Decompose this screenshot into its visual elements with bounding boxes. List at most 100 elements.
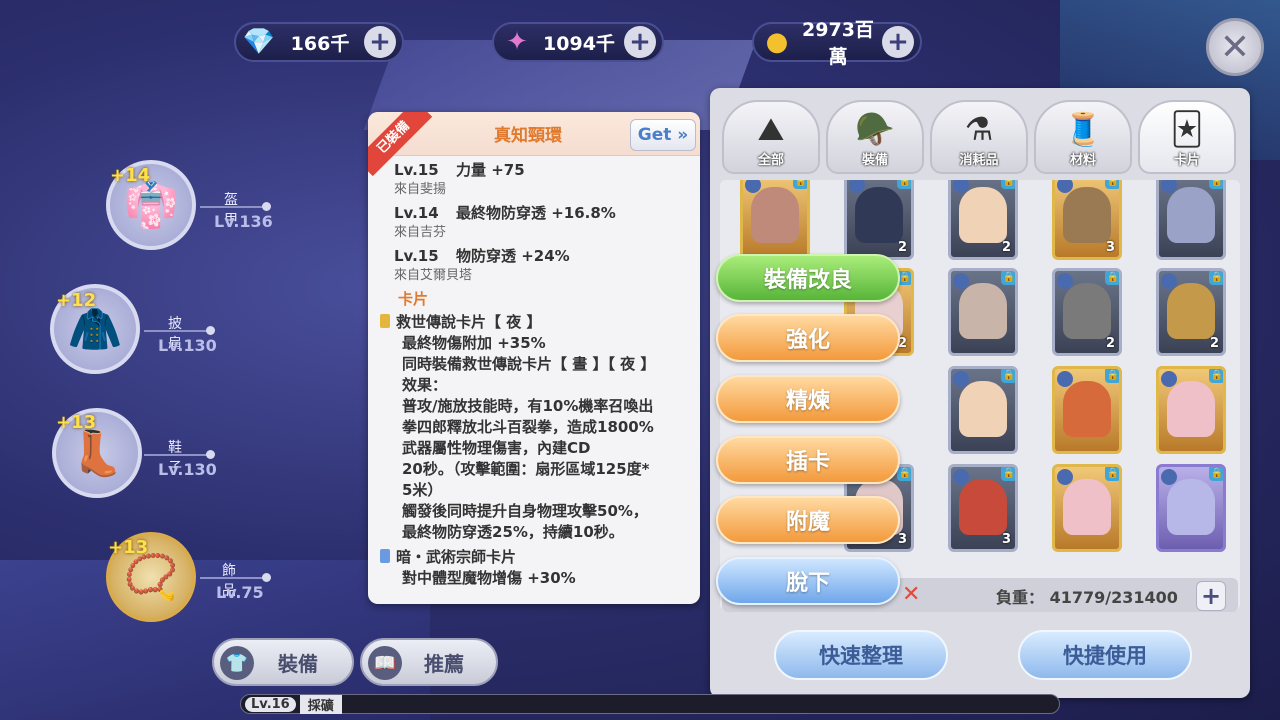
crystal-icon: ✦ xyxy=(506,27,528,57)
insert-card-button[interactable]: 插卡 xyxy=(716,436,900,484)
tab-equipment-view[interactable]: 👕 裝備 xyxy=(212,638,354,686)
card-portrait xyxy=(1167,187,1215,243)
tab-materials[interactable]: 🧵 材料 xyxy=(1034,100,1132,174)
inventory-card[interactable]: 🔒 2 xyxy=(1052,268,1122,356)
card-effect-line: 觸發後同時提升自身物理攻擊50%， xyxy=(402,502,648,520)
add-diamond-button[interactable]: + xyxy=(364,26,396,58)
lock-icon: 🔒 xyxy=(1001,369,1015,383)
stat-value: 力量 +75 xyxy=(456,161,525,179)
card-count: 3 xyxy=(1105,240,1115,255)
inventory-card[interactable]: 🔒 xyxy=(1052,464,1122,552)
card-count: 2 xyxy=(1105,336,1115,351)
card-portrait xyxy=(751,187,799,243)
slot-connector xyxy=(200,206,266,208)
stat-source: 來自艾爾貝塔 xyxy=(394,268,473,283)
life-skill-bar: Lv.16 採礦 xyxy=(240,694,1060,714)
card-count: 3 xyxy=(1001,532,1011,547)
currency-diamond: 💎 166千 + xyxy=(234,22,404,62)
unequip-button[interactable]: 脫下 xyxy=(716,557,900,605)
add-gold-button[interactable]: + xyxy=(882,26,914,58)
slot-dot xyxy=(262,202,271,211)
lock-icon: 🔒 xyxy=(1001,467,1015,481)
slot-dot xyxy=(206,450,215,459)
card-effect-line: 武器屬性物理傷害，內建CD xyxy=(402,439,591,457)
card-type-icon xyxy=(1161,371,1177,387)
tab-recommend[interactable]: 📖 推薦 xyxy=(360,638,498,686)
card-effect-line: 最終物傷附加 +35% xyxy=(402,334,546,352)
lock-icon: 🔒 xyxy=(1105,467,1119,481)
inventory-card[interactable]: 🔒 2 xyxy=(948,180,1018,260)
inventory-card[interactable]: 🔒 xyxy=(1156,464,1226,552)
tab-label: 裝備 xyxy=(861,153,888,168)
refine-level: +12 xyxy=(56,290,97,311)
tooltip-body: Lv.15 力量 +75 來自斐揚 Lv.14 最終物防穿透 +16.8% 來自… xyxy=(380,160,694,589)
tab-equipment[interactable]: 🪖 裝備 xyxy=(826,100,924,174)
refine-level: +14 xyxy=(110,165,151,186)
currency-value: 166千 xyxy=(290,32,350,55)
card-name-text: 救世傳說卡片【 夜 】 xyxy=(396,313,542,331)
enchant-button[interactable]: 附魔 xyxy=(716,496,900,544)
lock-icon: 🔒 xyxy=(793,180,807,189)
inventory-card[interactable]: 🔒 xyxy=(1156,366,1226,454)
inventory-card[interactable]: 🔒 3 xyxy=(1052,180,1122,260)
currency-value: 2973百萬 xyxy=(802,19,874,68)
expand-weight-button[interactable]: + xyxy=(1196,581,1226,611)
tab-label: 裝備 xyxy=(278,651,318,676)
card-type-icon xyxy=(953,371,969,387)
inventory-card[interactable]: 🔒 xyxy=(1052,366,1122,454)
stat-level: Lv.14 xyxy=(394,204,439,222)
tab-consumables[interactable]: ⚗ 消耗品 xyxy=(930,100,1028,174)
slot-level: Lv.130 xyxy=(158,336,217,355)
close-button[interactable]: ✕ xyxy=(1206,18,1264,76)
inventory-card[interactable]: 🔒 2 xyxy=(844,180,914,260)
card-portrait xyxy=(1167,381,1215,437)
inventory-card[interactable]: 🔒 xyxy=(1156,180,1226,260)
card-effect-line: 同時裝備救世傳說卡片【 晝 】【 夜 】 xyxy=(402,355,656,373)
stat-row: Lv.14 最終物防穿透 +16.8% xyxy=(394,203,694,224)
slot-dot xyxy=(262,573,271,582)
stat-source: 來自吉芬 xyxy=(394,225,447,240)
quick-use-button[interactable]: 快捷使用 xyxy=(1018,630,1192,680)
inventory-card[interactable]: 🔒 xyxy=(948,268,1018,356)
lock-icon: 🔒 xyxy=(1209,271,1223,285)
slot-level: Lv.75 xyxy=(216,583,264,602)
slot-connector xyxy=(200,577,266,579)
card-portrait xyxy=(1063,187,1111,243)
inventory-card[interactable]: 🔒 xyxy=(740,180,810,260)
enhance-button[interactable]: 強化 xyxy=(716,314,900,362)
card-effect-line: 拳四郎釋放北斗百裂拳，造成1800% xyxy=(402,418,654,436)
get-button[interactable]: Get » xyxy=(630,119,696,151)
card-count: 2 xyxy=(897,240,907,255)
add-crystal-button[interactable]: + xyxy=(624,26,656,58)
currency-gold: ● 2973百萬 + xyxy=(752,19,922,68)
card-type-icon xyxy=(1057,371,1073,387)
slot-connector xyxy=(144,330,210,332)
stat-level: Lv.15 xyxy=(394,161,439,179)
lock-icon: 🔒 xyxy=(1105,180,1119,189)
inventory-card[interactable]: 🔒 3 xyxy=(948,464,1018,552)
refine-button[interactable]: 精煉 xyxy=(716,375,900,423)
gold-card-icon xyxy=(380,314,390,328)
currency-crystal: ✦ 1094千 + xyxy=(492,22,664,62)
inventory-card[interactable]: 🔒 2 xyxy=(1156,268,1226,356)
stat-source: 來自斐揚 xyxy=(394,182,447,197)
tab-cards[interactable]: 🃏 卡片 xyxy=(1138,100,1236,174)
potion-icon: ⚗ xyxy=(964,110,994,148)
card-count: 2 xyxy=(1001,240,1011,255)
tab-all[interactable]: ⛰ 全部 xyxy=(722,100,820,174)
gold-coin-icon: ● xyxy=(765,27,789,57)
card-portrait xyxy=(1063,479,1111,535)
clear-icon[interactable]: ✕ xyxy=(902,582,928,608)
inventory-card[interactable]: 🔒 xyxy=(948,366,1018,454)
card-icon: 🃏 xyxy=(1170,110,1204,148)
upgrade-equipment-button[interactable]: 裝備改良 xyxy=(716,254,900,302)
tab-label: 消耗品 xyxy=(959,153,999,168)
stat-row: Lv.15 力量 +75 xyxy=(394,160,694,181)
all-icon: ⛰ xyxy=(757,110,785,148)
lock-icon: 🔒 xyxy=(897,180,911,189)
quick-sort-button[interactable]: 快速整理 xyxy=(774,630,948,680)
lock-icon: 🔒 xyxy=(897,467,911,481)
lock-icon: 🔒 xyxy=(1209,180,1223,189)
item-name: 真知頸環 xyxy=(494,126,562,146)
card-count: 2 xyxy=(1209,336,1219,351)
